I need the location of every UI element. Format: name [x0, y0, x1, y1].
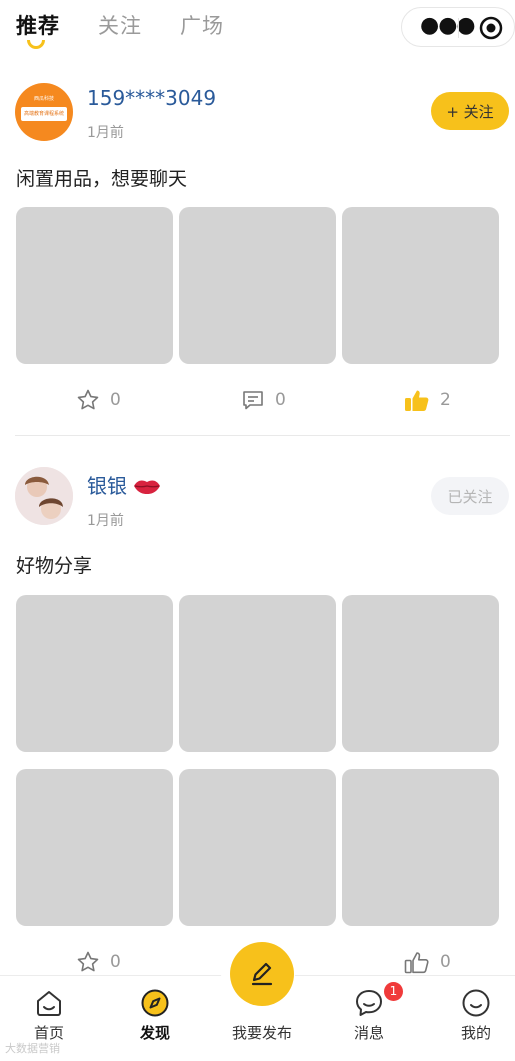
post-time: 1月前	[87, 513, 124, 529]
tab-recommend[interactable]: 推荐	[16, 10, 60, 40]
post-image[interactable]	[16, 769, 173, 926]
more-dots-icon[interactable]: ●●●	[420, 15, 476, 37]
publish-label[interactable]: 我要发布	[212, 1022, 312, 1043]
tab-square[interactable]: 广场	[180, 10, 224, 40]
like-count: 2	[440, 390, 451, 410]
avatar-banner-text: 高端教育课程系统	[23, 111, 64, 117]
post-image[interactable]	[179, 595, 336, 752]
tab-mine[interactable]: 我的	[441, 988, 511, 1043]
post-image[interactable]	[16, 595, 173, 752]
thumbs-up-filled-icon	[405, 390, 429, 411]
target-circle-icon[interactable]	[479, 16, 503, 40]
post-text: 闲置用品，想要聊天	[16, 168, 188, 190]
post-image[interactable]	[342, 769, 499, 926]
compass-icon	[141, 989, 169, 1017]
username-text: 银银	[87, 474, 127, 498]
post-image[interactable]	[179, 207, 336, 364]
pencil-icon	[251, 962, 273, 986]
message-bubble-icon	[356, 990, 382, 1016]
star-icon	[77, 951, 99, 972]
favorite-action[interactable]: 0	[76, 950, 121, 974]
active-tab-indicator	[27, 40, 45, 49]
avatar-banner: 高端教育课程系统	[21, 107, 67, 121]
unread-badge: 1	[384, 982, 403, 1001]
favorite-action[interactable]: 0	[76, 388, 121, 412]
lips-emoji-icon	[134, 480, 161, 494]
comment-icon	[243, 391, 263, 410]
like-count: 0	[440, 952, 451, 972]
avatar[interactable]	[15, 467, 73, 525]
avatar[interactable]: 西瓜科技 高端教育课程系统	[15, 83, 73, 141]
comment-action[interactable]: 0	[241, 388, 286, 412]
bottom-tab-bar: 首页 发现 我要发布 消息 1 我的	[0, 942, 515, 1061]
post-text: 好物分享	[16, 555, 93, 577]
thumbs-up-outline-icon	[404, 952, 429, 974]
avatar-brand-text: 西瓜科技	[33, 96, 54, 102]
home-icon	[37, 991, 61, 1016]
tab-messages-label: 消息	[353, 1024, 384, 1042]
tab-home[interactable]: 首页	[14, 988, 84, 1043]
watermark: 大数据营销	[5, 1042, 60, 1055]
favorite-count: 0	[110, 952, 121, 972]
follow-button[interactable]: + 关注	[431, 92, 509, 130]
like-action[interactable]: 2	[404, 388, 451, 412]
publish-button[interactable]	[230, 942, 294, 1006]
post-image[interactable]	[179, 769, 336, 926]
favorite-count: 0	[110, 390, 121, 410]
post-image[interactable]	[342, 207, 499, 364]
post-image[interactable]	[16, 207, 173, 364]
tab-mine-label: 我的	[460, 1024, 491, 1042]
tab-discover[interactable]: 发现	[120, 988, 190, 1043]
post-time: 1月前	[87, 125, 124, 141]
followed-button[interactable]: 已关注	[431, 477, 509, 515]
comment-count: 0	[275, 390, 286, 410]
post-divider	[15, 435, 510, 436]
like-action[interactable]: 0	[404, 950, 451, 974]
tab-following[interactable]: 关注	[98, 10, 142, 40]
username[interactable]: 银银	[87, 470, 161, 499]
capsule-divider	[458, 18, 459, 38]
star-icon	[77, 389, 99, 410]
top-navigation: 推荐 关注 广场 ●●●	[0, 0, 515, 56]
username[interactable]: 159****3049	[87, 86, 216, 110]
tab-discover-label: 发现	[139, 1024, 170, 1042]
smile-face-icon	[462, 989, 490, 1017]
post-image[interactable]	[342, 595, 499, 752]
avatar-photo	[15, 467, 73, 525]
miniprogram-capsule: ●●●	[401, 7, 515, 47]
